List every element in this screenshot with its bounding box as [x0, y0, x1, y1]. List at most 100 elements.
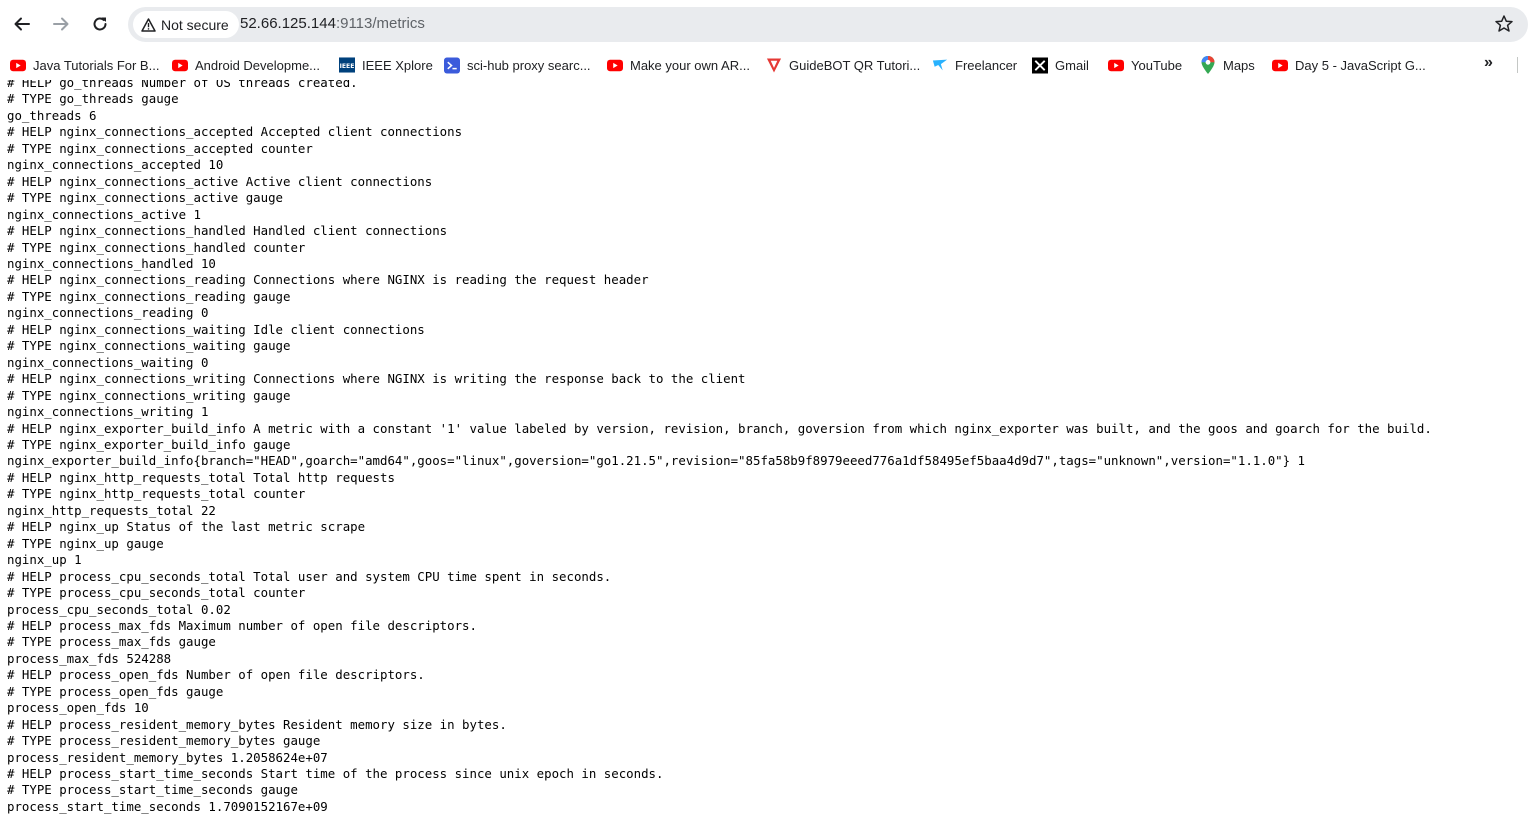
metric-comment-line: # HELP go_threads Number of OS threads c… — [7, 80, 358, 90]
security-label: Not secure — [161, 16, 229, 33]
metric-value-line: nginx_connections_accepted 10 — [7, 157, 224, 173]
svg-text:IEEE: IEEE — [340, 63, 355, 70]
reload-icon — [93, 17, 107, 31]
url-path: :9113/metrics — [335, 15, 425, 32]
metrics-text: # HELP go_threads Number of OS threads c… — [7, 80, 1432, 815]
bookmark-label: YouTube — [1131, 57, 1183, 73]
bookmark-label: Freelancer — [955, 57, 1018, 73]
metric-value-line: nginx_connections_writing 1 — [7, 404, 209, 420]
freelancer-icon — [932, 57, 948, 73]
security-indicator[interactable]: Not secure — [133, 11, 239, 38]
metric-comment-line: # TYPE nginx_up gauge — [7, 535, 164, 551]
youtube-icon — [1108, 57, 1124, 73]
ieee-icon: IEEE — [339, 57, 355, 73]
metric-value-line: process_start_time_seconds 1.7090152167e… — [7, 798, 328, 814]
url-host: 52.66.125.144 — [240, 15, 336, 32]
arrow-left-icon — [14, 17, 30, 31]
bookmark-make-your-own-ar[interactable]: Make your own AR... — [607, 54, 750, 76]
bookmark-youtube[interactable]: YouTube — [1108, 54, 1182, 76]
metric-comment-line: # HELP nginx_connections_waiting Idle cl… — [7, 321, 425, 337]
reload-button[interactable] — [86, 10, 114, 38]
bookmark-label: GuideBOT QR Tutori... — [789, 57, 921, 73]
metric-comment-line: # TYPE nginx_connections_accepted counte… — [7, 140, 313, 156]
metric-comment-line: # TYPE nginx_connections_reading gauge — [7, 288, 291, 304]
bookmark-java-tutorials[interactable]: Java Tutorials For B... — [10, 54, 159, 76]
bookmark-guidebot[interactable]: GuideBOT QR Tutori... — [766, 54, 920, 76]
metric-value-line: nginx_connections_active 1 — [7, 206, 201, 222]
metric-value-line: process_cpu_seconds_total 0.02 — [7, 601, 231, 617]
metric-comment-line: # TYPE nginx_connections_waiting gauge — [7, 338, 291, 354]
bookmark-star-button[interactable] — [1494, 14, 1514, 39]
metric-comment-line: # HELP nginx_up Status of the last metri… — [7, 519, 366, 535]
bookmark-android-development[interactable]: Android Developme... — [172, 54, 320, 76]
youtube-icon — [1272, 57, 1288, 73]
metric-comment-line: # TYPE nginx_exporter_build_info gauge — [7, 436, 291, 452]
bookmark-label: Java Tutorials For B... — [33, 57, 160, 73]
metric-comment-line: # HELP nginx_exporter_build_info A metri… — [7, 420, 1432, 436]
metric-comment-line: # TYPE process_start_time_seconds gauge — [7, 782, 298, 798]
metric-comment-line: # TYPE nginx_connections_handled counter — [7, 239, 306, 255]
metric-comment-line: # HELP nginx_http_requests_total Total h… — [7, 469, 395, 485]
metric-comment-line: # TYPE go_threads gauge — [7, 91, 179, 107]
bookmark-label: Gmail — [1055, 57, 1089, 73]
bookmark-label: Android Developme... — [195, 57, 321, 73]
bookmark-label: sci-hub proxy searc... — [467, 57, 591, 73]
youtube-icon — [607, 57, 623, 73]
metric-value-line: process_max_fds 524288 — [7, 650, 172, 666]
metric-value-line: process_open_fds 10 — [7, 700, 149, 716]
more-bookmarks-chevron-icon[interactable]: » — [1484, 54, 1493, 72]
guidebot-icon — [766, 57, 782, 73]
forward-button[interactable] — [47, 10, 75, 38]
bookmark-label: Maps — [1223, 57, 1255, 73]
metric-comment-line: # TYPE process_resident_memory_bytes gau… — [7, 733, 321, 749]
metric-value-line: nginx_connections_waiting 0 — [7, 354, 209, 370]
page-content: # HELP go_threads Number of OS threads c… — [0, 80, 1536, 819]
metric-comment-line: # HELP nginx_connections_active Active c… — [7, 173, 433, 189]
back-button[interactable] — [8, 10, 36, 38]
warning-triangle-icon — [141, 17, 156, 32]
metric-comment-line: # TYPE process_open_fds gauge — [7, 683, 224, 699]
bookmark-sci-hub[interactable]: sci-hub proxy searc... — [444, 54, 591, 76]
metric-comment-line: # HELP nginx_connections_accepted Accept… — [7, 124, 463, 140]
bookmark-freelancer[interactable]: Freelancer — [932, 54, 1017, 76]
metric-value-line: nginx_connections_handled 10 — [7, 255, 216, 271]
bookmarks-bar: Java Tutorials For B... Android Developm… — [0, 50, 1536, 80]
address-bar[interactable]: Not secure 52.66.125.144:9113/metrics — [128, 7, 1528, 42]
bookmark-day5-javascript[interactable]: Day 5 - JavaScript G... — [1272, 54, 1426, 76]
metric-comment-line: # HELP nginx_connections_reading Connect… — [7, 272, 649, 288]
bookmark-label: IEEE Xplore — [362, 57, 433, 73]
metric-value-line: nginx_up 1 — [7, 552, 82, 568]
metric-comment-line: # HELP process_resident_memory_bytes Res… — [7, 716, 507, 732]
metric-comment-line: # HELP process_open_fds Number of open f… — [7, 667, 425, 683]
metric-comment-line: # HELP nginx_connections_writing Connect… — [7, 371, 746, 387]
browser-toolbar: Not secure 52.66.125.144:9113/metrics — [0, 0, 1536, 48]
youtube-icon — [10, 57, 26, 73]
metric-comment-line: # TYPE nginx_connections_writing gauge — [7, 387, 291, 403]
maps-pin-icon — [1200, 56, 1216, 74]
youtube-icon — [172, 57, 188, 73]
metric-comment-line: # TYPE process_cpu_seconds_total counter — [7, 585, 306, 601]
metric-value-line: nginx_exporter_build_info{branch="HEAD",… — [7, 453, 1306, 469]
metric-value-line: go_threads 6 — [7, 107, 97, 123]
bookmark-ieee-xplore[interactable]: IEEE IEEE Xplore — [339, 54, 433, 76]
metric-comment-line: # TYPE nginx_connections_active gauge — [7, 190, 284, 206]
bookmark-gmail[interactable]: Gmail — [1032, 54, 1089, 76]
metric-comment-line: # HELP process_start_time_seconds Start … — [7, 766, 664, 782]
bookmark-label: Day 5 - JavaScript G... — [1295, 57, 1426, 73]
bookmark-label: Make your own AR... — [630, 57, 750, 73]
x-icon — [1032, 57, 1048, 73]
metric-comment-line: # TYPE process_max_fds gauge — [7, 634, 216, 650]
url-text[interactable]: 52.66.125.144:9113/metrics — [240, 15, 425, 32]
bookmark-maps[interactable]: Maps — [1200, 54, 1255, 76]
metric-comment-line: # TYPE nginx_http_requests_total counter — [7, 486, 306, 502]
arrow-right-icon — [53, 17, 69, 31]
metric-value-line: nginx_http_requests_total 22 — [7, 502, 216, 518]
metric-value-line: nginx_connections_reading 0 — [7, 305, 209, 321]
toolbar-divider — [1517, 57, 1518, 73]
metric-comment-line: # HELP process_max_fds Maximum number of… — [7, 617, 477, 633]
metric-comment-line: # HELP process_cpu_seconds_total Total u… — [7, 568, 612, 584]
star-icon — [1495, 15, 1513, 32]
terminal-icon — [444, 57, 460, 73]
metric-value-line: process_resident_memory_bytes 1.2058624e… — [7, 749, 328, 765]
metric-comment-line: # HELP nginx_connections_handled Handled… — [7, 223, 448, 239]
